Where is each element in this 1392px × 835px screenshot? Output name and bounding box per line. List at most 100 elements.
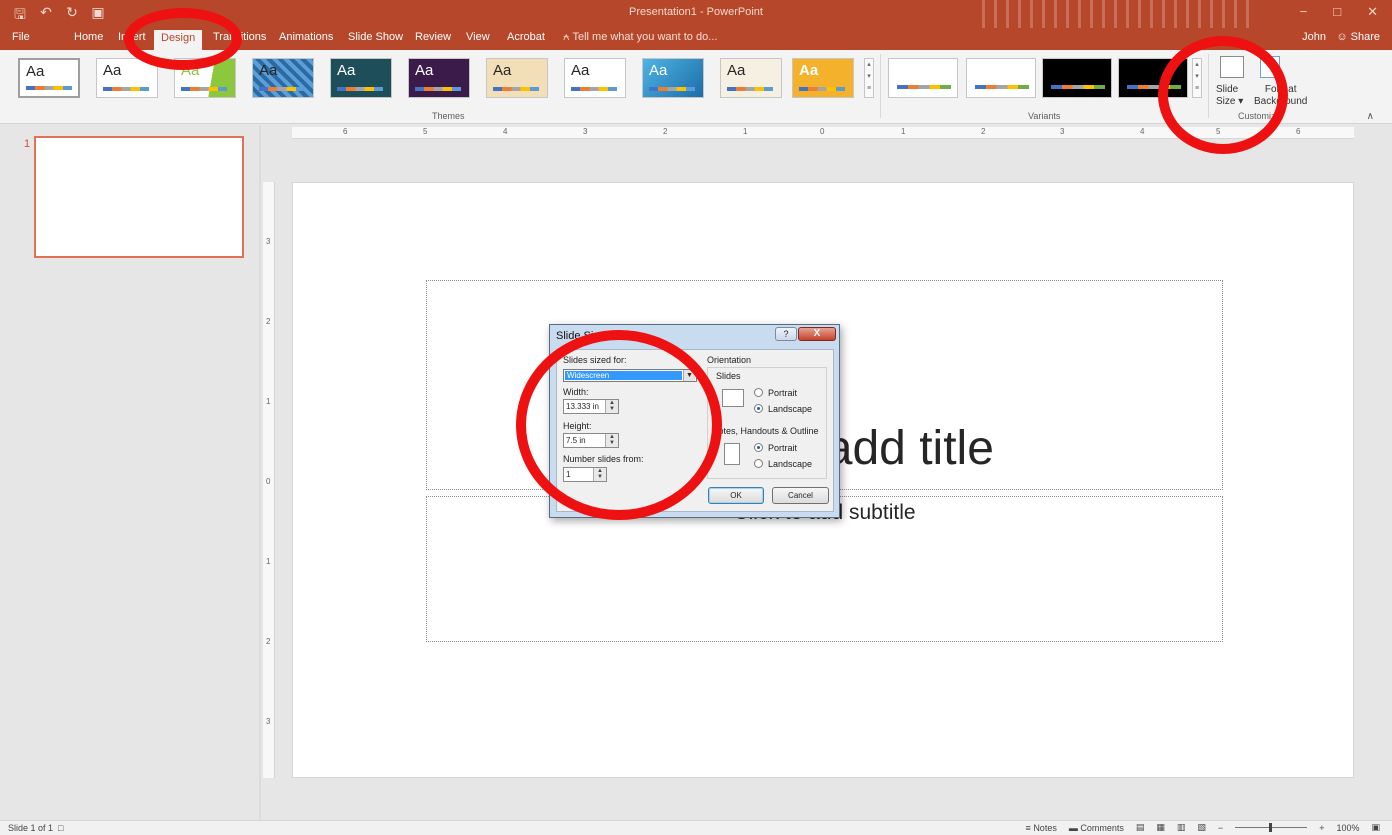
tab-view[interactable]: View	[466, 31, 490, 43]
slide-thumbnail[interactable]	[34, 136, 244, 258]
height-value: 7.5 in	[566, 436, 586, 445]
ruler-label: 4	[1140, 127, 1145, 136]
ruler-label: 3	[1060, 127, 1065, 136]
slides-portrait-label: Portrait	[768, 388, 798, 398]
minimize-icon[interactable]: −	[1300, 4, 1308, 20]
themes-scroll[interactable]: ▴ ▾ ≡	[864, 58, 874, 98]
ok-button[interactable]: OK	[708, 487, 764, 504]
spin-arrows-icon[interactable]: ▲ ▼	[593, 468, 606, 481]
spin-arrows-icon[interactable]: ▲ ▼	[605, 400, 618, 413]
tab-review[interactable]: Review	[415, 31, 451, 43]
window-controls: − □ ✕	[1300, 4, 1378, 20]
variants-scroll[interactable]: ▴ ▾ ≡	[1192, 58, 1202, 98]
slides-portrait-radio[interactable]	[754, 388, 763, 397]
reading-view-icon[interactable]: ▥	[1177, 822, 1186, 833]
chevron-down-icon[interactable]: ▼	[683, 370, 695, 381]
design-ribbon: Aa Aa Aa Aa Aa Aa Aa Aa Aa Aa Aa ▴ ▾ ≡ The…	[0, 50, 1392, 124]
slides-sized-for-dropdown[interactable]: Widescreen ▼	[563, 369, 697, 382]
tab-file[interactable]: File	[12, 31, 30, 43]
tab-animations[interactable]: Animations	[279, 31, 333, 43]
theme-sample: Aa	[649, 62, 668, 79]
zoom-slider[interactable]	[1235, 823, 1308, 832]
portrait-page-icon	[724, 443, 740, 465]
paint-bucket-icon	[1260, 56, 1280, 78]
ribbon-tabs: File Home Insert Design Transitions Anim…	[0, 28, 1392, 50]
theme-office[interactable]: Aa	[18, 58, 80, 98]
group-divider	[880, 54, 881, 118]
share-label: Share	[1350, 31, 1380, 43]
close-button[interactable]: X	[798, 327, 836, 341]
tab-home[interactable]: Home	[74, 31, 103, 43]
theme-sample: Aa	[571, 62, 590, 79]
comments-button[interactable]: ▬ Comments	[1069, 823, 1124, 833]
tell-me-box[interactable]: ⍲ Tell me what you want to do...	[563, 31, 717, 44]
variants-group-label: Variants	[1028, 111, 1061, 121]
restore-icon[interactable]: □	[1333, 4, 1341, 20]
format-bg-label-1: Format	[1264, 84, 1297, 95]
theme-sample: Aa	[181, 62, 200, 79]
cancel-button[interactable]: Cancel	[772, 487, 829, 504]
theme-ion-boardroom[interactable]: Aa	[330, 58, 392, 98]
tab-insert[interactable]: Insert	[118, 31, 146, 43]
ruler-label: 2	[981, 127, 986, 136]
dialog-title: Slide Size	[556, 330, 605, 342]
width-stepper[interactable]: 13.333 in ▲ ▼	[563, 399, 619, 414]
slide-size-dialog: Slide Size ? X Slides sized for: Widescr…	[549, 324, 840, 518]
theme-retrospect[interactable]: Aa	[564, 58, 626, 98]
slide-sorter-icon[interactable]: ▦	[1156, 822, 1165, 833]
variant-3[interactable]	[1042, 58, 1112, 98]
normal-view-icon[interactable]: ▤	[1136, 822, 1145, 833]
zoom-in-icon[interactable]: +	[1319, 823, 1324, 833]
share-button[interactable]: ☺ Share	[1336, 31, 1380, 43]
ruler-label: 6	[343, 127, 348, 136]
tab-acrobat[interactable]: Acrobat	[507, 31, 545, 43]
help-button[interactable]: ?	[775, 327, 797, 341]
zoom-level[interactable]: 100%	[1336, 823, 1359, 833]
theme-office-2[interactable]: Aa	[96, 58, 158, 98]
theme-integral[interactable]: Aa	[252, 58, 314, 98]
number-slides-from-stepper[interactable]: 1 ▲ ▼	[563, 467, 607, 482]
notes-button[interactable]: ≡ Notes	[1026, 823, 1057, 833]
fit-slide-icon[interactable]: ▣	[1371, 822, 1380, 833]
themes-group-label: Themes	[432, 111, 465, 121]
orientation-label: Orientation	[707, 355, 752, 365]
notes-landscape-radio[interactable]	[754, 459, 763, 468]
slideshow-view-icon[interactable]: ▧	[1197, 822, 1206, 833]
slides-sized-for-value: Widescreen	[565, 371, 682, 380]
theme-slice[interactable]: Aa	[642, 58, 704, 98]
tab-transitions[interactable]: Transitions	[213, 31, 266, 43]
notes-portrait-radio[interactable]	[754, 443, 763, 452]
zoom-out-icon[interactable]: −	[1218, 823, 1223, 833]
slides-landscape-radio[interactable]	[754, 404, 763, 413]
number-slides-from-value: 1	[566, 470, 571, 479]
theme-sample: Aa	[259, 62, 278, 79]
theme-ion[interactable]: Aa	[408, 58, 470, 98]
theme-sample: Aa	[103, 62, 122, 79]
tell-me-text: Tell me what you want to do...	[572, 31, 718, 43]
ruler-label: 2	[266, 317, 271, 326]
slides-orientation-label: Slides	[716, 371, 741, 381]
slide-size-button[interactable]: Slide Size ▾	[1216, 56, 1244, 108]
spin-arrows-icon[interactable]: ▲ ▼	[605, 434, 618, 447]
tab-design[interactable]: Design	[154, 30, 203, 50]
theme-wisp[interactable]: Aa	[720, 58, 782, 98]
pane-splitter[interactable]	[259, 125, 261, 820]
width-value: 13.333 in	[566, 402, 599, 411]
theme-facet[interactable]: Aa	[174, 58, 236, 98]
variant-2[interactable]	[966, 58, 1036, 98]
height-stepper[interactable]: 7.5 in ▲ ▼	[563, 433, 619, 448]
theme-organic[interactable]: Aa	[486, 58, 548, 98]
theme-sample: Aa	[727, 62, 746, 79]
user-name[interactable]: John	[1302, 31, 1326, 43]
slides-landscape-label: Landscape	[768, 404, 813, 414]
variant-1[interactable]	[888, 58, 958, 98]
collapse-ribbon-icon[interactable]: ∧	[1367, 111, 1374, 122]
customize-group-label: Customize	[1238, 111, 1281, 121]
landscape-page-icon	[722, 389, 744, 407]
format-background-button[interactable]: Format Background	[1254, 56, 1307, 108]
variant-4[interactable]	[1118, 58, 1188, 98]
tab-slide-show[interactable]: Slide Show	[348, 31, 403, 43]
slide-counter: Slide 1 of 1 □	[8, 823, 64, 833]
close-icon[interactable]: ✕	[1367, 4, 1378, 20]
theme-badge[interactable]: Aa	[792, 58, 854, 98]
